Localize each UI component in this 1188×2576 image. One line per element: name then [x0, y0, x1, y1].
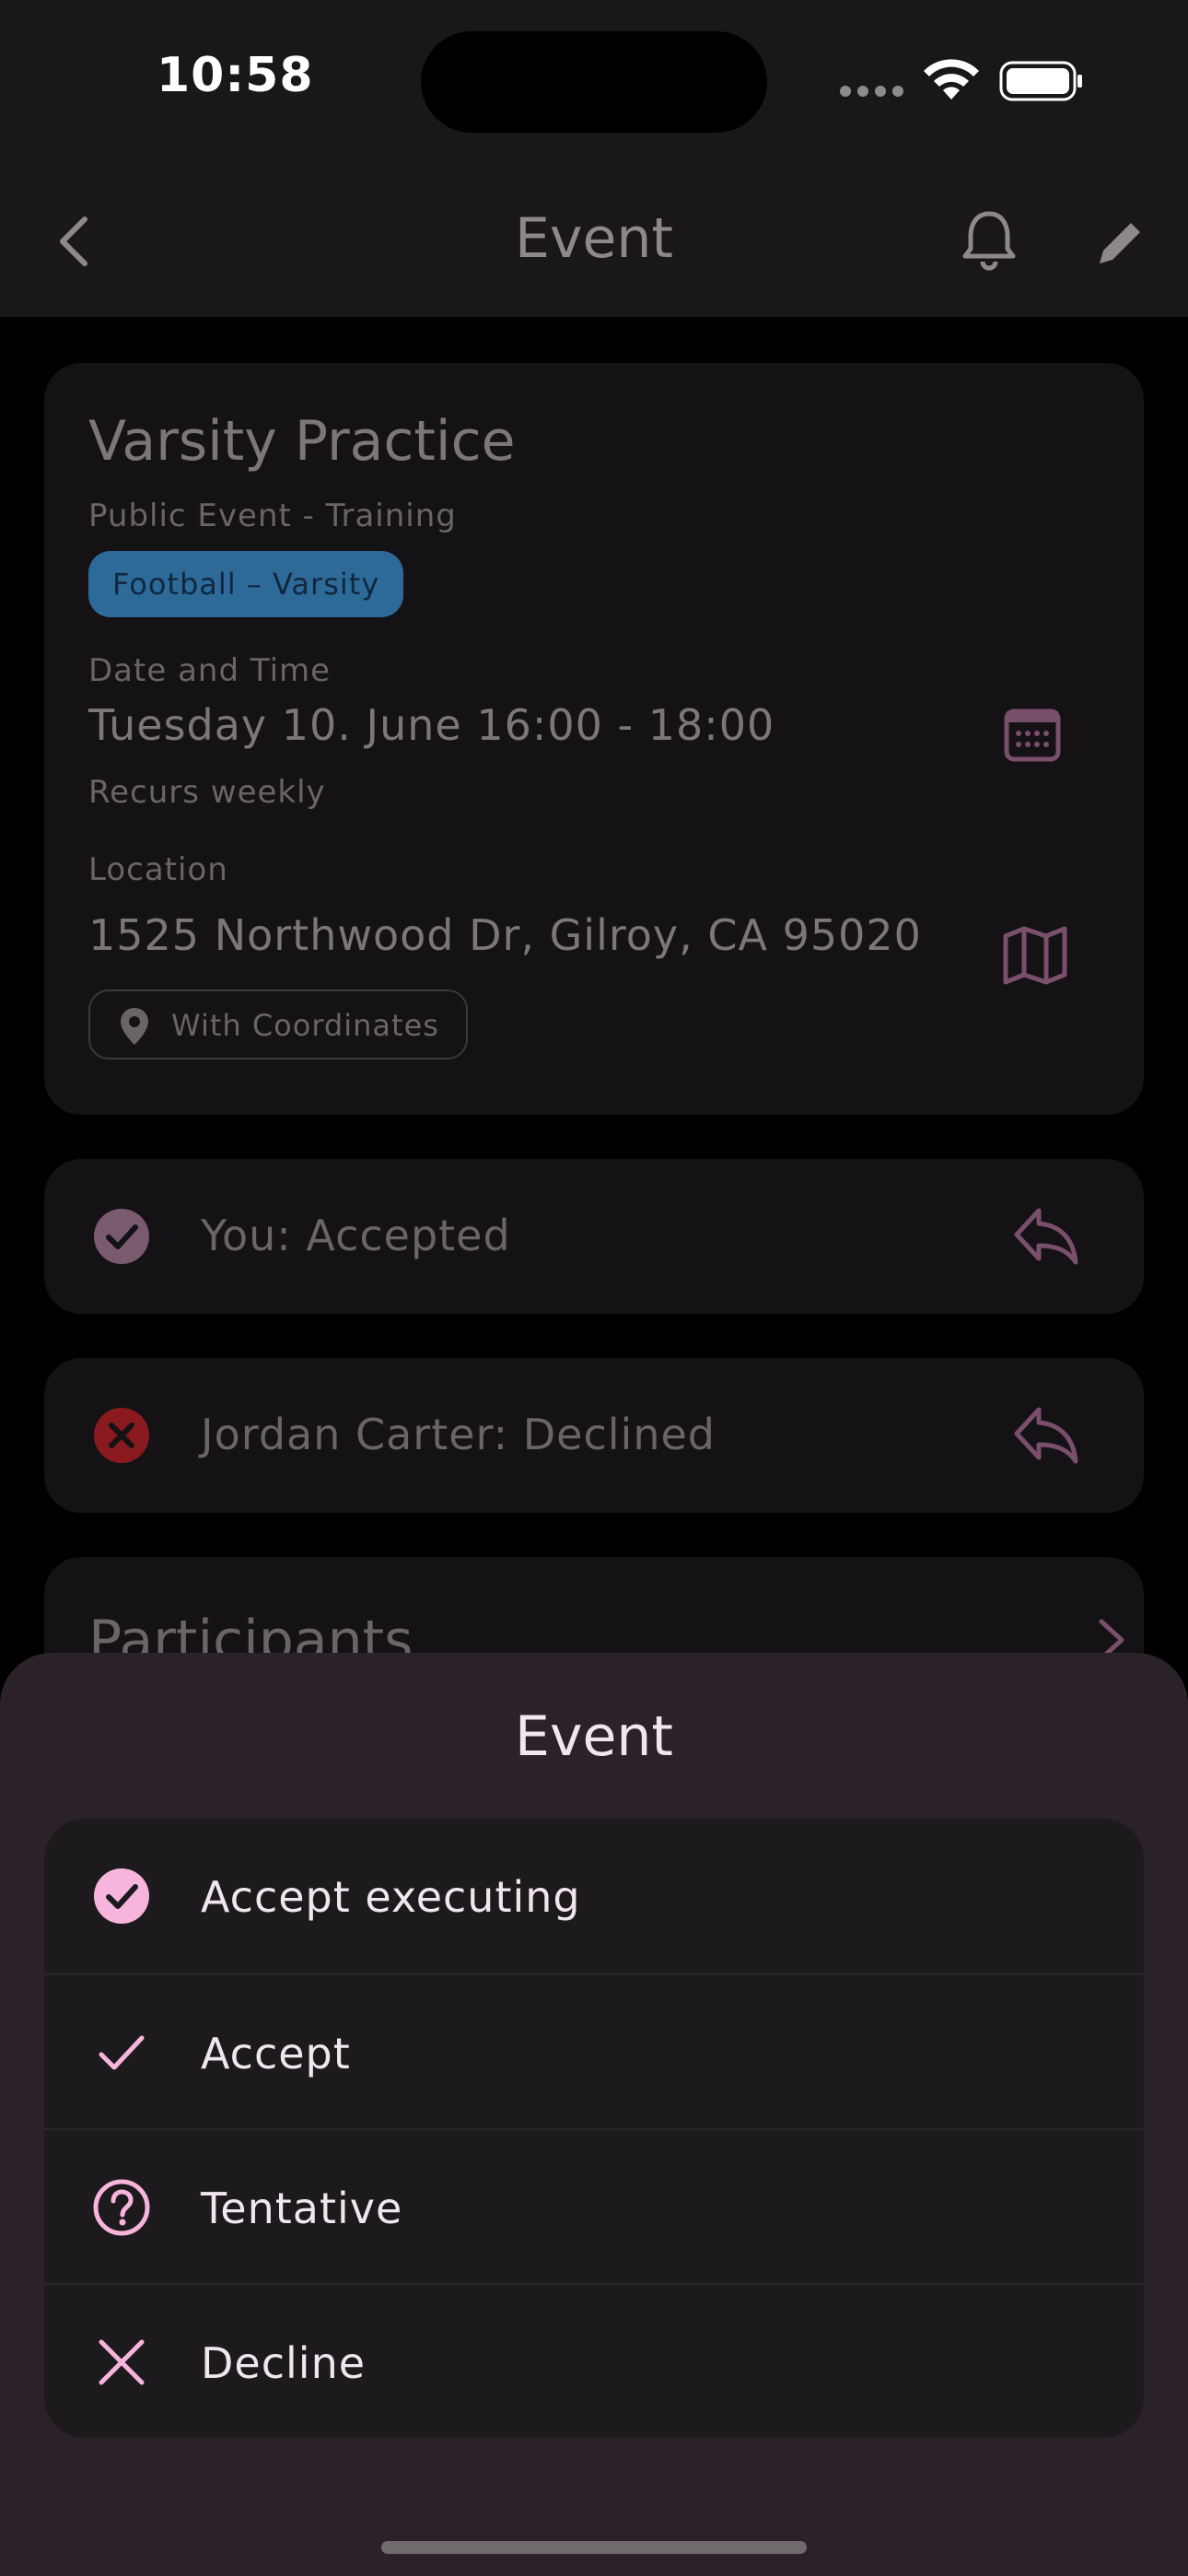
location-pin-icon: [121, 1008, 148, 1045]
cellular-signal-icon: [840, 81, 904, 100]
response-text: You: Accepted: [201, 1211, 511, 1260]
option-label: Tentative: [201, 2184, 403, 2233]
date-time-label: Date and Time: [88, 652, 332, 689]
event-title: Varsity Practice: [88, 409, 516, 474]
status-bar: 10:58: [0, 0, 1188, 166]
response-bottom-sheet: Event Accept executing Accept Tentative: [0, 1653, 1188, 2576]
wifi-icon: [924, 59, 979, 100]
map-icon[interactable]: [1002, 925, 1068, 986]
coordinates-chip-label: With Coordinates: [171, 1008, 439, 1043]
location-value: 1525 Northwood Dr, Gilroy, CA 95020: [88, 910, 922, 960]
declined-circle-icon: [94, 1408, 149, 1463]
recurrence-text: Recurs weekly: [88, 774, 326, 811]
date-time-value: Tuesday 10. June 16:00 - 18:00: [88, 700, 775, 750]
bell-icon[interactable]: [958, 206, 1020, 273]
sheet-title: Event: [515, 1704, 673, 1769]
check-icon: [99, 2035, 145, 2070]
event-type: Public Event - Training: [88, 498, 457, 534]
response-row-self[interactable]: You: Accepted: [44, 1159, 1144, 1314]
event-details-card: Varsity Practice Public Event - Training…: [44, 363, 1144, 1115]
option-accept[interactable]: Accept: [44, 1973, 1144, 2128]
response-text: Jordan Carter: Declined: [201, 1410, 716, 1459]
coordinates-chip[interactable]: With Coordinates: [88, 989, 468, 1060]
option-label: Accept: [201, 2029, 351, 2078]
reply-icon[interactable]: [1011, 1205, 1081, 1268]
app-bar: Event: [0, 166, 1188, 317]
team-chip[interactable]: Football – Varsity: [88, 551, 404, 617]
response-row-jordan-carter[interactable]: Jordan Carter: Declined: [44, 1358, 1144, 1513]
location-label: Location: [88, 851, 228, 888]
response-options-list: Accept executing Accept Tentative Declin…: [44, 1819, 1144, 2438]
calendar-icon[interactable]: [1002, 704, 1063, 765]
status-time: 10:58: [157, 48, 314, 103]
edit-pencil-icon[interactable]: [1094, 217, 1146, 269]
option-decline[interactable]: Decline: [44, 2283, 1144, 2438]
option-accept-executing[interactable]: Accept executing: [44, 1819, 1144, 1973]
reply-icon[interactable]: [1011, 1404, 1081, 1467]
battery-icon: [999, 61, 1082, 101]
option-label: Decline: [201, 2338, 367, 2388]
home-indicator[interactable]: [381, 2541, 807, 2554]
check-circle-icon: [94, 1868, 149, 1924]
question-circle-icon: [93, 2179, 150, 2236]
option-label: Accept executing: [201, 1872, 581, 1922]
close-icon: [99, 2339, 145, 2385]
dynamic-island: [421, 31, 767, 133]
option-tentative[interactable]: Tentative: [44, 2128, 1144, 2283]
check-circle-icon: [94, 1209, 149, 1264]
